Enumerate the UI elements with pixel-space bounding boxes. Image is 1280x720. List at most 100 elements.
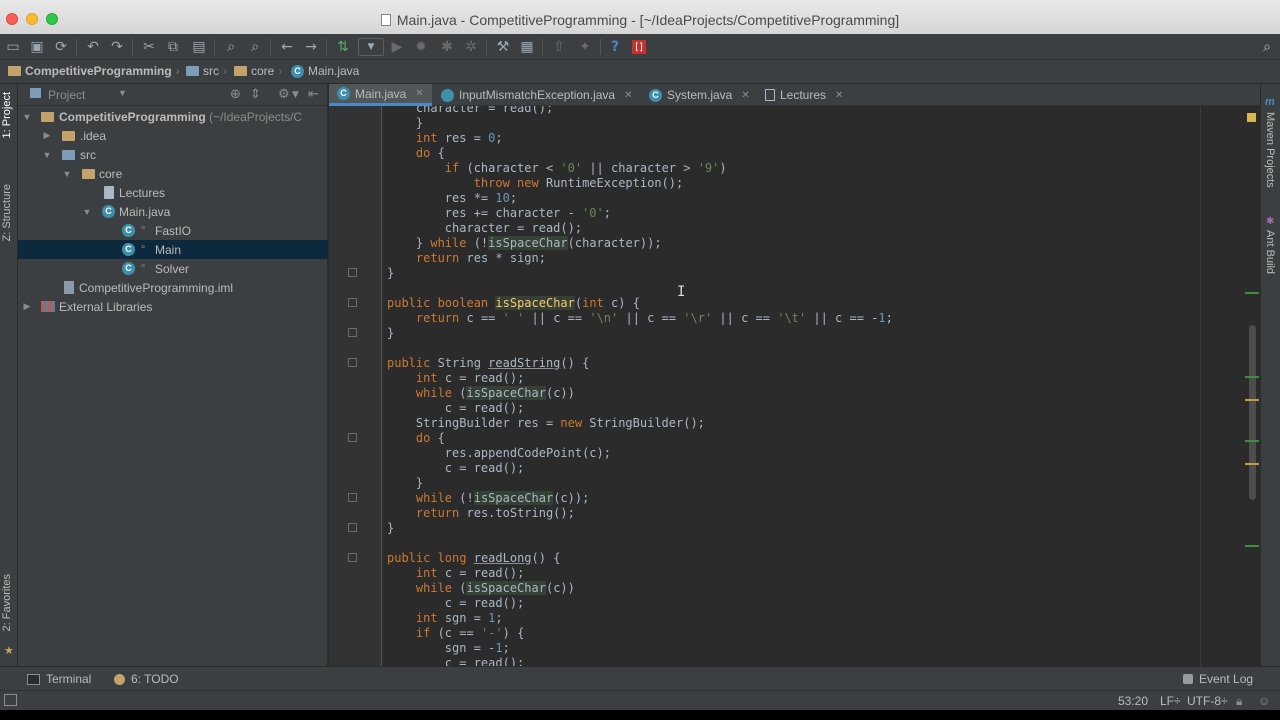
run-icon[interactable]: ▶ — [388, 38, 406, 56]
tree-item-idea[interactable]: ▶ .idea — [18, 126, 328, 145]
search-everywhere-icon[interactable]: ⌕ — [1258, 38, 1276, 56]
breadcrumb-project[interactable]: CompetitiveProgramming › — [8, 64, 180, 78]
chevron-down-icon[interactable]: ▼ — [62, 169, 72, 179]
fold-marker[interactable] — [348, 553, 357, 562]
close-icon[interactable]: ✕ — [415, 88, 423, 99]
fold-marker[interactable] — [348, 358, 357, 367]
debug-icon[interactable]: ✹ — [412, 38, 430, 56]
settings-wrench-icon[interactable]: ⚒ — [494, 38, 512, 56]
android-icon[interactable]: ✦ — [576, 38, 594, 56]
editor-gutter[interactable] — [329, 106, 382, 666]
event-log-button[interactable]: Event Log — [1183, 672, 1253, 686]
chevron-right-icon[interactable]: ▶ — [22, 301, 32, 312]
tree-item-external-libraries[interactable]: ▶ External Libraries — [18, 297, 328, 316]
coverage-icon[interactable]: ✱ — [438, 38, 456, 56]
run-config-dropdown[interactable]: ▼ — [358, 38, 384, 56]
undo-icon[interactable]: ↶ — [84, 38, 102, 56]
chevron-down-icon[interactable]: ▼ — [292, 90, 299, 100]
collapse-all-icon[interactable]: ⇕ — [250, 87, 261, 102]
find-icon[interactable]: ⌕ — [222, 38, 240, 56]
build-icon[interactable]: ⇅ — [334, 38, 352, 56]
paste-icon[interactable]: ▤ — [190, 38, 208, 56]
copy-icon[interactable]: ⧉ — [164, 38, 182, 56]
tab-lectures[interactable]: Lectures ✕ — [757, 84, 851, 106]
tree-item-project-root[interactable]: ▼ CompetitiveProgramming (~/IdeaProjects… — [18, 107, 328, 126]
profile-icon[interactable]: ✲ — [462, 38, 480, 56]
warning-marker[interactable] — [1245, 463, 1259, 465]
maven-projects-tab[interactable]: Maven Projects — [1264, 112, 1276, 188]
vcs-icon[interactable]: ⇧ — [550, 38, 568, 56]
cut-icon[interactable]: ✂ — [140, 38, 158, 56]
tab-inputmismatchexception[interactable]: InputMismatchException.java ✕ — [433, 84, 640, 106]
change-marker[interactable] — [1245, 440, 1259, 442]
back-icon[interactable]: ← — [278, 38, 296, 56]
tree-item-solver[interactable]: C ∘ Solver — [18, 259, 328, 278]
scroll-from-source-icon[interactable]: ⊕ — [230, 87, 241, 102]
code-editor[interactable]: character = read(); } int res = 0; do { … — [383, 106, 1203, 666]
code-line: return c == ' ' || c == '\n' || c == '\r… — [415, 311, 893, 325]
chevron-down-icon[interactable]: ▼ — [42, 150, 52, 160]
favorites-tool-tab[interactable]: 2: Favorites — [1, 574, 13, 631]
tree-item-main-class[interactable]: C ∘ Main — [18, 240, 328, 259]
breadcrumb-file[interactable]: C Main.java — [291, 64, 359, 78]
breadcrumb-src[interactable]: src › — [186, 64, 227, 78]
sync-icon[interactable]: ⟳ — [52, 38, 70, 56]
scrollbar-thumb[interactable] — [1249, 325, 1256, 500]
project-view-selector[interactable]: Project — [48, 88, 85, 102]
fold-marker[interactable] — [348, 298, 357, 307]
tree-item-label: Main.java — [119, 204, 171, 219]
change-marker[interactable] — [1245, 292, 1259, 294]
hide-panel-icon[interactable]: ⇤ — [308, 87, 319, 102]
class-icon: C — [337, 87, 350, 100]
project-tool-tab[interactable]: 1: Project — [1, 92, 13, 138]
fold-marker[interactable] — [348, 268, 357, 277]
ant-build-tab[interactable]: Ant Build — [1264, 230, 1276, 274]
change-marker[interactable] — [1245, 376, 1259, 378]
project-structure-icon[interactable]: ▦ — [518, 38, 536, 56]
inspector-icon[interactable]: ☺︎ — [1258, 694, 1270, 708]
tab-main-java[interactable]: C Main.java ✕ — [329, 84, 432, 106]
tree-item-src[interactable]: ▼ src — [18, 145, 328, 164]
close-icon[interactable]: ✕ — [835, 90, 843, 101]
forward-icon[interactable]: → — [302, 38, 320, 56]
class-icon: C — [122, 243, 135, 256]
line-separator-selector[interactable]: LF÷ — [1160, 694, 1181, 708]
tool-windows-toggle-icon[interactable] — [4, 694, 17, 706]
help-icon[interactable]: ? — [606, 38, 624, 56]
lock-icon[interactable]: 🔒︎ — [1236, 694, 1242, 709]
gear-icon[interactable]: ⚙ — [278, 87, 290, 102]
todo-button[interactable]: 6: TODO — [114, 672, 179, 686]
tree-item-main-java[interactable]: ▼ C Main.java — [18, 202, 328, 221]
redo-icon[interactable]: ↷ — [108, 38, 126, 56]
code-line: if (character < '0' || character > '9') — [444, 161, 727, 175]
tab-system-java[interactable]: C System.java ✕ — [641, 84, 758, 106]
tree-item-fastio[interactable]: C ∘ FastIO — [18, 221, 328, 240]
code-line: int sgn = 1; — [415, 611, 503, 625]
encoding-selector[interactable]: UTF-8÷ — [1187, 694, 1228, 708]
caret-position[interactable]: 53:20 — [1118, 694, 1148, 708]
chevron-right-icon[interactable]: ▶ — [42, 130, 52, 141]
chevron-down-icon[interactable]: ▼ — [22, 112, 32, 122]
warning-marker[interactable] — [1245, 399, 1259, 401]
open-folder-icon[interactable]: ▭ — [4, 38, 22, 56]
chevron-down-icon[interactable]: ▼ — [118, 88, 127, 98]
terminal-button[interactable]: Terminal — [27, 672, 91, 686]
warning-indicator-icon[interactable] — [1247, 113, 1256, 122]
structure-tool-tab[interactable]: Z: Structure — [1, 184, 13, 241]
stop-icon[interactable]: [] — [632, 40, 646, 54]
save-icon[interactable]: ▣ — [28, 38, 46, 56]
tree-item-core[interactable]: ▼ core — [18, 164, 328, 183]
breadcrumb-core[interactable]: core › — [234, 64, 282, 78]
tree-item-iml[interactable]: CompetitiveProgramming.iml — [18, 278, 328, 297]
class-icon: C — [649, 88, 662, 102]
fold-marker[interactable] — [348, 328, 357, 337]
replace-icon[interactable]: ⌕ — [246, 38, 264, 56]
fold-marker[interactable] — [348, 433, 357, 442]
close-icon[interactable]: ✕ — [624, 90, 632, 101]
chevron-down-icon[interactable]: ▼ — [82, 207, 92, 217]
fold-marker[interactable] — [348, 493, 357, 502]
tree-item-lectures[interactable]: Lectures — [18, 183, 328, 202]
change-marker[interactable] — [1245, 545, 1259, 547]
fold-marker[interactable] — [348, 523, 357, 532]
close-icon[interactable]: ✕ — [741, 90, 749, 101]
